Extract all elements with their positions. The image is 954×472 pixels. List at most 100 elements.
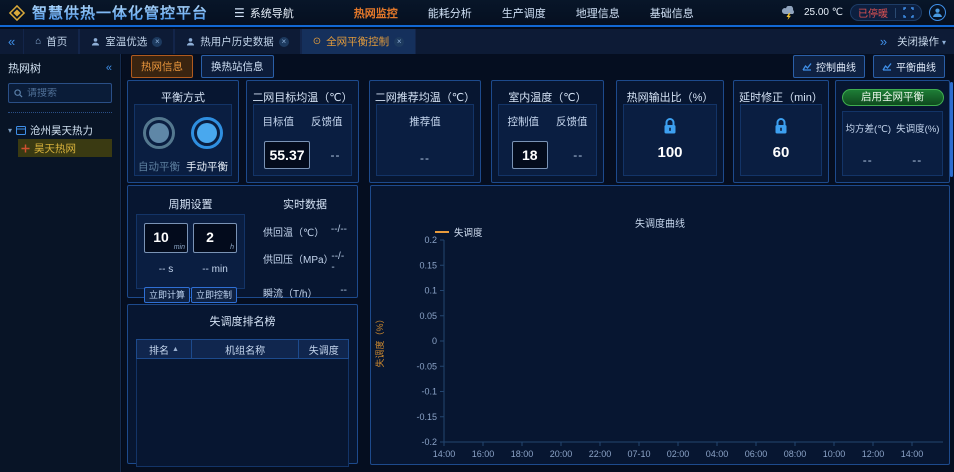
rank-column-header[interactable]: 排名 ▲ <box>137 340 192 358</box>
subtab-heat-network-info[interactable]: 热网信息 <box>131 55 193 78</box>
tabs-scroll-left-icon[interactable]: « <box>0 34 23 49</box>
tab-home[interactable]: ⌂ 首页 <box>23 29 79 54</box>
user-icon <box>91 37 100 46</box>
top-nav: 热网监控 能耗分析 生产调度 地理信息 基础信息 <box>354 5 694 21</box>
system-nav-button[interactable]: ☰ 系统导航 <box>234 5 294 21</box>
supply-return-pressure-value: --/-- <box>331 251 347 273</box>
svg-text:07-10: 07-10 <box>627 449 650 459</box>
sidebar-title: 热网树 <box>8 60 41 76</box>
auto-balance-radio[interactable] <box>143 117 175 149</box>
content-area: 平衡方式 自动平衡 手动平衡 二网目标均温（℃） 目标值 反馈值 <box>122 78 954 472</box>
svg-text:04:00: 04:00 <box>706 449 729 459</box>
calc-cycle-input[interactable]: 10 min <box>144 223 188 253</box>
close-icon[interactable]: × <box>394 37 404 47</box>
calc-cycle-value: 10 <box>145 229 177 245</box>
close-icon[interactable]: × <box>152 37 162 47</box>
scrollbar-thumb[interactable] <box>950 82 953 177</box>
close-operations-dropdown[interactable]: 关闭操作 ▾ <box>897 34 946 49</box>
svg-text:失调度（%）: 失调度（%） <box>374 314 385 367</box>
enable-network-balance-button[interactable]: 启用全网平衡 <box>842 89 944 106</box>
auto-balance-label: 自动平衡 <box>138 159 180 174</box>
tree-parent-label: 沧州昊天热力 <box>30 123 93 138</box>
misadjust-line-chart[interactable]: 0.20.150.10.050-0.05-0.1-0.15-0.214:0016… <box>371 234 949 464</box>
nav-energy-analysis[interactable]: 能耗分析 <box>428 5 472 21</box>
delay-correct-panel: 延时修正（min） 60 <box>733 80 829 183</box>
nav-heat-network-monitor[interactable]: 热网监控 <box>354 5 398 21</box>
indoor-temp-input[interactable]: 18 <box>512 141 548 169</box>
indoor-temp-panel: 室内温度（℃） 控制值 反馈值 18 -- <box>491 80 604 183</box>
tab-room-temp-optimize[interactable]: 室温优选 × <box>79 29 174 54</box>
recommend-temp-value: -- <box>420 151 430 165</box>
menu-icon: ☰ <box>234 6 245 20</box>
panel-title: 延时修正（min） <box>734 89 828 105</box>
manual-balance-radio[interactable] <box>191 117 223 149</box>
calc-cycle-unit: min <box>174 244 185 251</box>
calculate-now-button[interactable]: 立即计算 <box>144 287 190 303</box>
svg-text:0: 0 <box>432 336 437 346</box>
heat-network-tree-sidebar: 热网树 « ▾ 沧州昊天热力 昊天热网 <box>0 54 121 472</box>
output-ratio-panel: 热网输出比（%） 100 <box>616 80 724 183</box>
fullscreen-icon[interactable] <box>903 7 914 18</box>
tab-heat-user-history-label: 热用户历史数据 <box>200 34 274 49</box>
svg-text:-0.05: -0.05 <box>416 361 437 371</box>
svg-text:14:00: 14:00 <box>433 449 456 459</box>
sidebar-divider <box>8 112 112 113</box>
lock-icon <box>773 117 789 135</box>
svg-text:16:00: 16:00 <box>472 449 495 459</box>
tree-search-box[interactable] <box>8 83 112 103</box>
svg-text:-0.15: -0.15 <box>416 412 437 422</box>
cycle-realtime-panel: 周期设置 10 min 2 h -- s -- mi <box>127 185 358 298</box>
target-temp-feedback: -- <box>331 148 341 162</box>
balance-curve-label: 平衡曲线 <box>896 59 936 74</box>
misadjust-header: 失调度(%) <box>896 121 939 135</box>
recommend-avg-temp-panel: 二网推荐均温（℃） 推荐值 -- <box>369 80 481 183</box>
user-avatar-icon[interactable] <box>929 4 946 21</box>
pill-divider <box>895 8 896 18</box>
control-cycle-value: 2 <box>194 229 226 245</box>
svg-text:0.1: 0.1 <box>424 286 437 296</box>
svg-text:-0.2: -0.2 <box>421 437 437 447</box>
svg-text:10:00: 10:00 <box>823 449 846 459</box>
tree-node-parent[interactable]: ▾ 沧州昊天热力 <box>8 121 112 139</box>
ranking-table-body <box>136 359 349 467</box>
supply-return-temp-value: --/-- <box>331 224 347 239</box>
subtab-exchange-station-info[interactable]: 换热站信息 <box>201 55 274 78</box>
svg-text:0.15: 0.15 <box>419 260 437 270</box>
svg-text:20:00: 20:00 <box>550 449 573 459</box>
realtime-row: 瞬流（T/h） -- <box>263 285 347 300</box>
supply-return-pressure-label: 供回压（MPa） <box>263 251 331 273</box>
sort-asc-icon[interactable]: ▲ <box>172 346 179 353</box>
network-balance-panel: 启用全网平衡 均方差(℃) 失调度(%) -- -- <box>835 80 950 183</box>
main-area: 热网信息 换热站信息 控制曲线 平衡曲线 平衡方式 <box>122 54 954 472</box>
close-icon[interactable]: × <box>279 37 289 47</box>
tab-network-balance-label: 全网平衡控制 <box>326 34 389 49</box>
panel-title: 二网推荐均温（℃） <box>370 89 480 105</box>
nav-geo-info[interactable]: 地理信息 <box>576 5 620 21</box>
tree-node-selected[interactable]: 昊天热网 <box>18 139 112 157</box>
heating-status: 已停暖 <box>858 5 888 20</box>
manual-balance-label: 手动平衡 <box>186 159 228 174</box>
misadjust-value: -- <box>912 153 922 167</box>
misadjust-column-header[interactable]: 失调度 <box>299 340 348 358</box>
svg-text:18:00: 18:00 <box>511 449 534 459</box>
control-now-button[interactable]: 立即控制 <box>191 287 237 303</box>
tab-room-temp-label: 室温优选 <box>105 34 147 49</box>
app-logo: 智慧供热一体化管控平台 <box>8 2 208 23</box>
target-temp-input[interactable]: 55.37 <box>264 141 309 169</box>
tab-network-balance-control[interactable]: ⊙ 全网平衡控制 × <box>301 29 416 54</box>
nav-production-dispatch[interactable]: 生产调度 <box>502 5 546 21</box>
balance-curve-button[interactable]: 平衡曲线 <box>873 55 945 78</box>
control-curve-button[interactable]: 控制曲线 <box>793 55 865 78</box>
sidebar-collapse-icon[interactable]: « <box>106 62 112 74</box>
heating-status-pill: 已停暖 <box>850 4 922 21</box>
tab-heat-user-history[interactable]: 热用户历史数据 × <box>174 29 301 54</box>
unit-name-column-header[interactable]: 机组名称 <box>192 340 300 358</box>
realtime-row: 供回压（MPa） --/-- <box>263 251 347 273</box>
tree-expand-caret-icon[interactable]: ▾ <box>8 126 12 135</box>
nav-base-info[interactable]: 基础信息 <box>650 5 694 21</box>
control-cycle-input[interactable]: 2 h <box>193 223 237 253</box>
chevron-down-icon: ▾ <box>942 38 946 47</box>
target-avg-temp-panel: 二网目标均温（℃） 目标值 反馈值 55.37 -- <box>246 80 359 183</box>
tabs-scroll-right-icon[interactable]: » <box>880 34 887 49</box>
search-input[interactable] <box>27 88 107 99</box>
